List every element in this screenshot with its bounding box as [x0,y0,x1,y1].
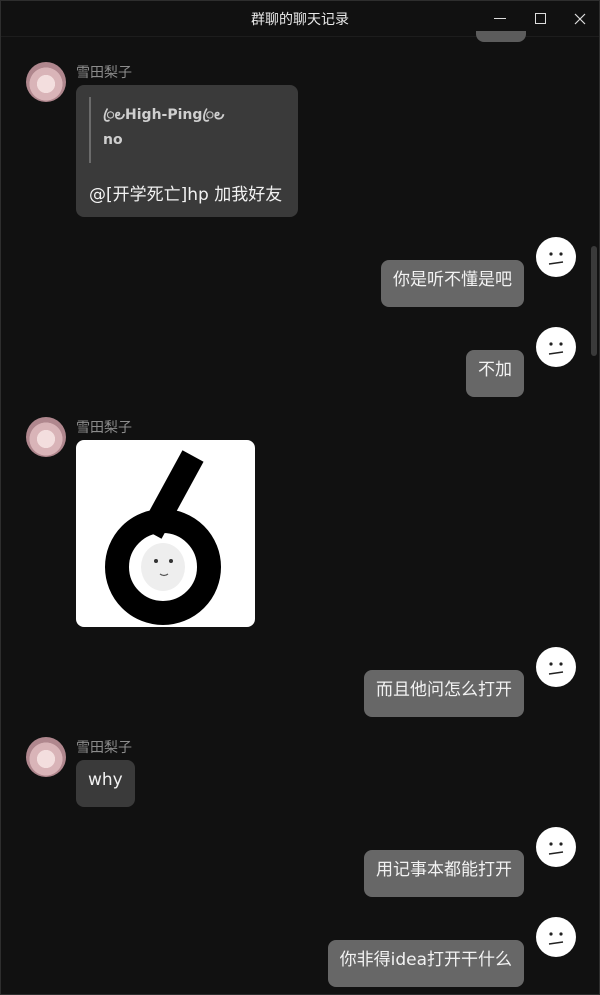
sticker-image[interactable] [76,440,255,627]
message-bubble[interactable]: why [76,760,135,807]
close-button[interactable] [560,1,599,36]
quote-text: no [103,132,123,148]
meh-face-icon [548,252,564,265]
message-bubble[interactable]: 不加 [466,350,524,397]
message-bubble[interactable]: 而且他问怎么打开 [364,670,524,717]
message-bubble[interactable]: 你非得idea打开干什么 [327,940,524,987]
sender-name: 雪田梨子 [76,65,132,81]
message-bubble[interactable]: 用记事本都能打开 [364,850,524,897]
previous-message-bubble-edge [476,31,526,42]
maximize-icon [534,13,546,24]
message-text: 而且他问怎么打开 [376,680,512,700]
minimize-icon [494,18,506,19]
avatar[interactable] [536,647,576,687]
avatar[interactable] [536,917,576,957]
avatar[interactable] [26,737,66,777]
meh-face-icon [548,842,564,855]
message-text: 你是听不懂是吧 [393,270,512,290]
avatar[interactable] [536,827,576,867]
quote-message-bubble[interactable]: ꦿ౿High-Pingꦿ౿ no @[开学死亡]hp 加我好友 [76,85,298,217]
meh-face-icon [548,342,564,355]
chat-history-window: 群聊的聊天记录 雪田梨子 ꦿ౿High-Pingꦿ౿ no @[开学死亡]hp … [0,0,600,995]
message-text: 不加 [478,360,512,380]
message-text: @[开学死亡]hp 加我好友 [89,185,283,205]
message-bubble[interactable]: 你是听不懂是吧 [381,260,524,307]
message-text: 你非得idea打开干什么 [339,950,512,970]
message-text: why [88,770,123,790]
avatar[interactable] [26,417,66,457]
number-six-sticker-icon [105,450,221,625]
avatar[interactable] [536,327,576,367]
message-text: 用记事本都能打开 [376,860,512,880]
maximize-button[interactable] [520,1,560,36]
scrollbar-thumb[interactable] [591,246,597,356]
avatar[interactable] [536,237,576,277]
sender-name: 雪田梨子 [76,420,132,436]
meh-face-icon [548,662,564,675]
sender-name: 雪田梨子 [76,740,132,756]
quote-author: ꦿ౿High-Pingꦿ౿ [103,107,225,123]
avatar[interactable] [26,62,66,102]
meh-face-icon [548,932,564,945]
quote-bar [89,97,91,163]
close-icon [574,13,586,24]
